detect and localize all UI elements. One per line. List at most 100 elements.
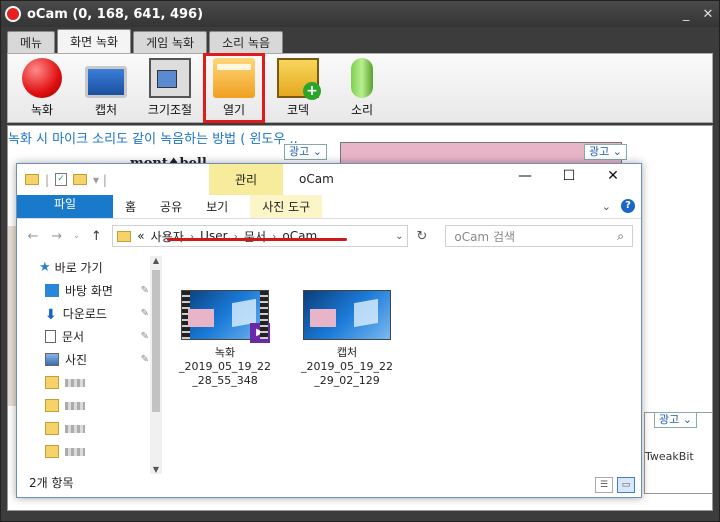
sidebar-item-folder[interactable] xyxy=(17,417,149,440)
file-name: 녹화 _2019_05_19_22 _28_55_348 xyxy=(179,346,271,387)
minimize-icon[interactable]: — xyxy=(503,168,547,184)
folder-icon xyxy=(45,399,59,412)
sidebar-item-documents[interactable]: 문서 ✎ xyxy=(17,325,149,348)
address-bar[interactable]: « 사용자 › User › 문서 › oCam ⌄ xyxy=(112,225,409,247)
address-dropdown-icon[interactable]: ⌄ xyxy=(395,231,403,242)
ocam-minimize-button[interactable]: _ xyxy=(675,7,697,22)
search-icon[interactable]: ⌕ xyxy=(617,229,624,244)
tab-game-record[interactable]: 게임 녹화 xyxy=(133,31,208,53)
ocam-close-button[interactable]: ✕ xyxy=(697,7,719,22)
codec-button[interactable]: 코덱 xyxy=(268,54,328,122)
microphone-icon xyxy=(351,58,373,98)
pictures-icon xyxy=(45,353,59,366)
file-name: 캡처 _2019_05_19_22 _29_02_129 xyxy=(301,346,393,387)
details-view-icon[interactable]: ☰ xyxy=(595,477,613,493)
sidebar-item-quick-access[interactable]: ★ 바로 가기 xyxy=(17,256,149,279)
status-bar-count: 2개 항목 xyxy=(29,476,74,490)
file-item-video[interactable]: ▶ 녹화 _2019_05_19_22 _28_55_348 xyxy=(177,290,273,388)
help-icon[interactable]: ? xyxy=(621,199,635,213)
file-item-image[interactable]: 캡처 _2019_05_19_22 _29_02_129 xyxy=(299,290,395,388)
sidebar-item-label: 사진 xyxy=(65,353,88,367)
sidebar-item-folder[interactable] xyxy=(17,440,149,463)
ad-label-2[interactable]: 광고 ⌄ xyxy=(584,144,627,160)
address-prefix[interactable]: « xyxy=(137,229,144,243)
video-play-icon: ▶ xyxy=(250,323,270,343)
resize-label: 크기조절 xyxy=(147,103,193,117)
document-icon xyxy=(45,330,56,343)
resize-icon xyxy=(149,58,191,98)
large-icons-view-icon[interactable]: ▭ xyxy=(617,477,635,493)
folder-icon[interactable] xyxy=(25,174,39,185)
open-button[interactable]: 열기 xyxy=(203,53,265,123)
tab-view[interactable]: 보기 xyxy=(194,195,240,218)
nav-scrollbar[interactable]: ▲ ▼ xyxy=(150,256,162,474)
file-list: ▶ 녹화 _2019_05_19_22 _28_55_348 캡처 _2019_… xyxy=(177,290,395,388)
search-input[interactable]: oCam 검색 ⌕ xyxy=(445,225,634,247)
tab-share[interactable]: 공유 xyxy=(148,195,194,218)
sidebar-item-folder[interactable] xyxy=(17,371,149,394)
record-label: 녹화 xyxy=(30,103,54,117)
recent-chevron-icon[interactable]: ⌄ xyxy=(73,231,81,241)
ad-label-1[interactable]: 광고 ⌄ xyxy=(284,144,327,160)
side-ad-text: TweakBit xyxy=(645,450,694,463)
back-icon[interactable]: ← xyxy=(25,229,41,244)
download-icon: ⬇ xyxy=(45,307,57,323)
pin-icon[interactable]: ✎ xyxy=(141,331,149,342)
web-article-title[interactable]: 녹화 시 마이크 소리도 같이 녹음하는 방법 ( 윈도우 .. xyxy=(8,128,298,147)
ad-label-3[interactable]: 광고 ⌄ xyxy=(654,412,697,428)
sound-label: 소리 xyxy=(350,103,374,117)
capture-button[interactable]: 캡처 xyxy=(76,54,136,122)
sidebar-item-downloads[interactable]: ⬇ 다운로드 ✎ xyxy=(17,302,149,325)
manage-context-tab[interactable]: 관리 xyxy=(209,164,283,195)
desktop-icon xyxy=(45,284,59,297)
up-icon[interactable]: ↑ xyxy=(88,229,104,244)
customize-qa-icon[interactable]: ▾ | xyxy=(93,173,107,187)
blurred-label xyxy=(65,447,85,456)
pin-icon[interactable]: ✎ xyxy=(141,285,149,296)
properties-icon[interactable]: ✓ xyxy=(55,173,68,186)
scroll-thumb[interactable] xyxy=(152,270,160,412)
capture-label: 캡처 xyxy=(94,103,118,117)
sidebar-item-folder[interactable] xyxy=(17,394,149,417)
address-row: ← → ⌄ ↑ « 사용자 › User › 문서 › oCam ⌄ ↻ oCa… xyxy=(17,219,641,253)
record-button[interactable]: 녹화 xyxy=(12,54,72,122)
pin-icon[interactable]: ✎ xyxy=(141,354,149,365)
tab-home[interactable]: 홈 xyxy=(113,195,148,218)
monitor-icon xyxy=(85,66,127,98)
new-folder-icon[interactable] xyxy=(73,174,88,185)
sound-button[interactable]: 소리 xyxy=(332,54,392,122)
explorer-window-title: oCam xyxy=(299,172,334,186)
sidebar-item-desktop[interactable]: 바탕 화면 ✎ xyxy=(17,279,149,302)
close-icon[interactable]: ✕ xyxy=(591,168,635,184)
explorer-title-bar: | ✓ ▾ | 관리 oCam — ☐ ✕ xyxy=(17,164,641,195)
scroll-up-icon[interactable]: ▲ xyxy=(150,256,162,265)
expand-ribbon-icon[interactable]: ⌄ xyxy=(602,200,611,213)
ocam-window-title: oCam (0, 168, 641, 496) xyxy=(27,6,204,22)
ocam-app-icon xyxy=(5,6,21,22)
tab-sound-record[interactable]: 소리 녹음 xyxy=(209,31,284,53)
ocam-title-bar: oCam (0, 168, 641, 496) _ ✕ xyxy=(1,1,719,27)
scroll-down-icon[interactable]: ▼ xyxy=(150,465,162,474)
tab-menu[interactable]: 메뉴 xyxy=(7,31,56,53)
tab-picture-tools[interactable]: 사진 도구 xyxy=(250,195,323,218)
tab-file[interactable]: 파일 xyxy=(17,195,113,218)
pin-icon[interactable]: ✎ xyxy=(141,308,149,319)
breadcrumb-users[interactable]: 사용자 xyxy=(151,228,184,245)
tab-screen-record[interactable]: 화면 녹화 xyxy=(57,29,132,53)
record-icon xyxy=(22,58,62,98)
resize-button[interactable]: 크기조절 xyxy=(140,54,200,122)
refresh-icon[interactable]: ↻ xyxy=(416,229,427,244)
folder-icon xyxy=(213,58,255,98)
star-icon: ★ xyxy=(39,260,51,275)
image-thumbnail xyxy=(303,290,391,340)
codec-label: 코덱 xyxy=(286,103,310,117)
forward-icon[interactable]: → xyxy=(49,229,65,244)
sidebar-item-label: 문서 xyxy=(62,330,85,344)
folder-icon xyxy=(45,422,59,435)
blurred-label xyxy=(65,424,85,433)
maximize-icon[interactable]: ☐ xyxy=(547,168,591,184)
navigation-pane: ★ 바로 가기 바탕 화면 ✎ ⬇ 다운로드 ✎ 문서 ✎ 사진 ✎ xyxy=(17,256,149,466)
sidebar-item-pictures[interactable]: 사진 ✎ xyxy=(17,348,149,371)
quick-access-toolbar: | ✓ ▾ | xyxy=(17,173,107,187)
breadcrumb-documents[interactable]: 문서 xyxy=(244,228,266,245)
